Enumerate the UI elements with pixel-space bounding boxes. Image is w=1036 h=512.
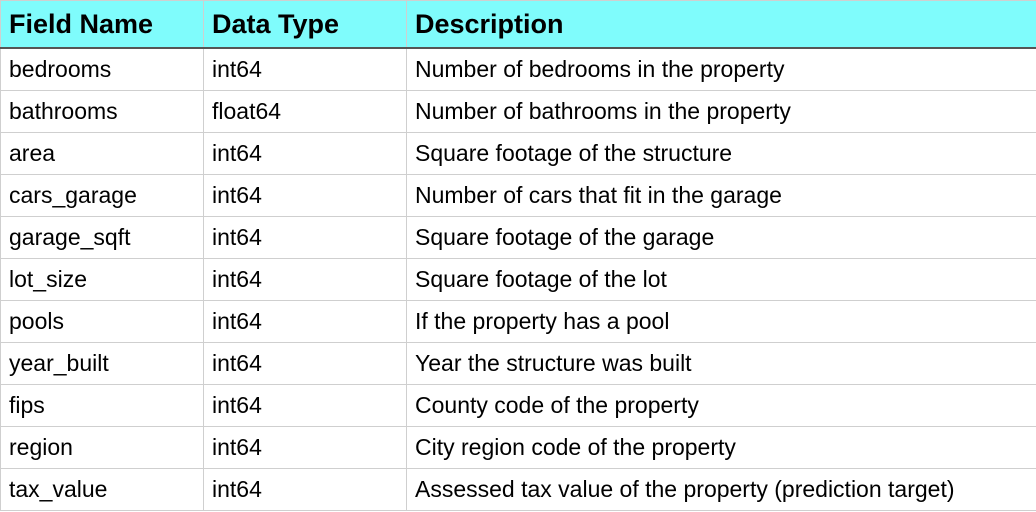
cell-field-name[interactable]: bathrooms — [0, 90, 204, 133]
table-row: pools int64 If the property has a pool — [0, 300, 1036, 343]
table-row: area int64 Square footage of the structu… — [0, 132, 1036, 175]
cell-field-name[interactable]: tax_value — [0, 468, 204, 511]
cell-data-type[interactable]: int64 — [203, 384, 407, 427]
cell-description[interactable]: Square footage of the lot — [406, 258, 1036, 301]
cell-field-name[interactable]: cars_garage — [0, 174, 204, 217]
header-row: Field Name Data Type Description — [0, 0, 1036, 49]
cell-data-type[interactable]: float64 — [203, 90, 407, 133]
header-data-type[interactable]: Data Type — [203, 0, 407, 49]
table-row: garage_sqft int64 Square footage of the … — [0, 216, 1036, 259]
cell-description[interactable]: City region code of the property — [406, 426, 1036, 469]
cell-description[interactable]: Number of bathrooms in the property — [406, 90, 1036, 133]
cell-data-type[interactable]: int64 — [203, 426, 407, 469]
cell-data-type[interactable]: int64 — [203, 342, 407, 385]
cell-data-type[interactable]: int64 — [203, 468, 407, 511]
cell-description[interactable]: Number of bedrooms in the property — [406, 47, 1036, 91]
cell-data-type[interactable]: int64 — [203, 300, 407, 343]
data-dictionary-table: Field Name Data Type Description bedroom… — [0, 0, 1036, 511]
cell-data-type[interactable]: int64 — [203, 258, 407, 301]
header-description[interactable]: Description — [406, 0, 1036, 49]
cell-data-type[interactable]: int64 — [203, 132, 407, 175]
table-row: tax_value int64 Assessed tax value of th… — [0, 468, 1036, 511]
cell-description[interactable]: Square footage of the garage — [406, 216, 1036, 259]
cell-data-type[interactable]: int64 — [203, 174, 407, 217]
cell-description[interactable]: Square footage of the structure — [406, 132, 1036, 175]
cell-field-name[interactable]: pools — [0, 300, 204, 343]
table-row: bedrooms int64 Number of bedrooms in the… — [0, 47, 1036, 91]
cell-field-name[interactable]: region — [0, 426, 204, 469]
table-row: cars_garage int64 Number of cars that fi… — [0, 174, 1036, 217]
table-row: region int64 City region code of the pro… — [0, 426, 1036, 469]
cell-field-name[interactable]: bedrooms — [0, 47, 204, 91]
table-row: lot_size int64 Square footage of the lot — [0, 258, 1036, 301]
cell-description[interactable]: Assessed tax value of the property (pred… — [406, 468, 1036, 511]
cell-description[interactable]: County code of the property — [406, 384, 1036, 427]
cell-description[interactable]: If the property has a pool — [406, 300, 1036, 343]
table-row: bathrooms float64 Number of bathrooms in… — [0, 90, 1036, 133]
cell-data-type[interactable]: int64 — [203, 47, 407, 91]
cell-field-name[interactable]: garage_sqft — [0, 216, 204, 259]
cell-field-name[interactable]: year_built — [0, 342, 204, 385]
header-field-name[interactable]: Field Name — [0, 0, 204, 49]
table-row: year_built int64 Year the structure was … — [0, 342, 1036, 385]
cell-description[interactable]: Number of cars that fit in the garage — [406, 174, 1036, 217]
table-row: fips int64 County code of the property — [0, 384, 1036, 427]
cell-description[interactable]: Year the structure was built — [406, 342, 1036, 385]
cell-data-type[interactable]: int64 — [203, 216, 407, 259]
cell-field-name[interactable]: lot_size — [0, 258, 204, 301]
cell-field-name[interactable]: area — [0, 132, 204, 175]
cell-field-name[interactable]: fips — [0, 384, 204, 427]
